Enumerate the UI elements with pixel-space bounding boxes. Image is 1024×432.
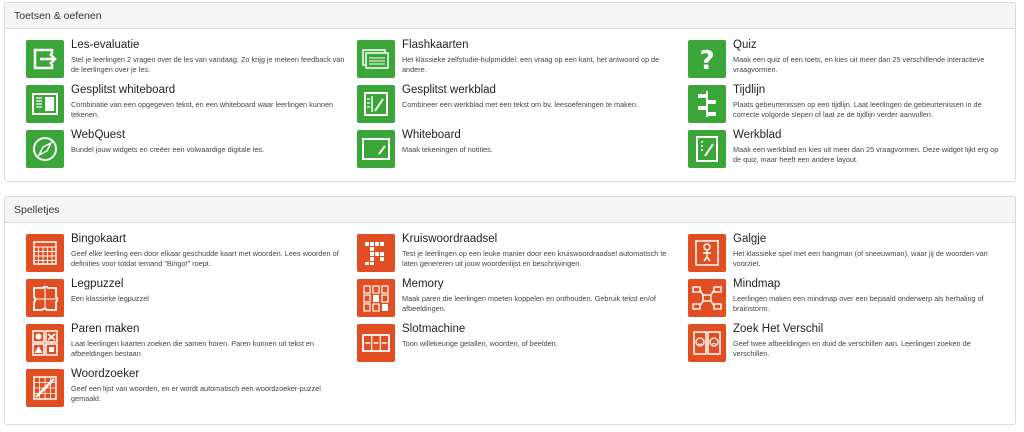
widget-description: Combinatie van een opgegeven tekst, en e… — [71, 100, 334, 119]
widget-title: Whiteboard — [402, 129, 461, 141]
widget-bingokaart[interactable]: Bingokaart Geef elke leerling een door e… — [26, 233, 346, 278]
widget-tijdlijn[interactable]: Tijdlijn Plaats gebeurtenissen op een ti… — [688, 84, 1008, 129]
widget-legpuzzel[interactable]: Legpuzzel Een klassieke legpuzzel — [26, 278, 346, 323]
widget-description: Het klassieke zelfstudie-hulpmiddel: een… — [402, 55, 660, 74]
widget-title: Mindmap — [733, 278, 781, 290]
widget-woordzoeker[interactable]: Woordzoeker Geef een lijst van woorden, … — [26, 368, 346, 413]
widget-description: Het klassieke spel met een hangman (of s… — [733, 249, 988, 268]
widget-description: Geef een lijst van woorden, en er wordt … — [71, 384, 321, 403]
widget-title: Woordzoeker — [71, 368, 140, 380]
widget-title: Kruiswoordraadsel — [402, 233, 498, 245]
timeline-icon — [688, 85, 726, 123]
widget-zoek-het-verschil[interactable]: Zoek Het Verschil Geef twee afbeeldingen… — [688, 323, 1008, 368]
slot-machine-icon — [357, 324, 395, 362]
widget-whiteboard[interactable]: Whiteboard Maak tekeningen of notities. — [357, 129, 677, 174]
widget-title: Flashkaarten — [402, 39, 469, 51]
widget-description: Geef twee afbeeldingen en duid de versch… — [733, 339, 971, 358]
widget-description: Maak paren die leerlingen moeten koppele… — [402, 294, 656, 313]
widget-title: Legpuzzel — [71, 278, 124, 290]
word-search-icon — [26, 369, 64, 407]
memory-icon — [357, 279, 395, 317]
widget-title: Tijdlijn — [733, 84, 766, 96]
widget-description: Geef elke leerling een door elkaar gesch… — [71, 249, 339, 268]
widget-title: Zoek Het Verschil — [733, 323, 824, 335]
widget-description: Test je leerlingen op een leuke manier d… — [402, 249, 667, 268]
widget-gesplitst-werkblad[interactable]: Gesplitst werkblad Combineer een werkbla… — [357, 84, 677, 129]
widget-description: Leerlingen maken een mindmap over een be… — [733, 294, 984, 313]
widget-description: Een klassieke legpuzzel — [71, 294, 149, 303]
puzzle-icon — [26, 279, 64, 317]
widget-quiz[interactable]: ? Quiz Maak een quiz of een toets, en ki… — [688, 39, 1008, 84]
widget-gesplitst-whiteboard[interactable]: Gesplitst whiteboard Combinatie van een … — [26, 84, 346, 129]
widget-galgje[interactable]: Galgje Het klassieke spel met een hangma… — [688, 233, 1008, 278]
spelletjes-panel: Spelletjes Bingokaart Geef elke leerling… — [4, 196, 1016, 425]
hangman-icon — [688, 234, 726, 272]
section-title: Spelletjes — [5, 197, 1015, 223]
widget-title: Slotmachine — [402, 323, 466, 335]
widget-description: Maak een werkblad en kies uit meer dan 2… — [733, 145, 999, 164]
widget-title: Galgje — [733, 233, 767, 245]
widget-title: Gesplitst werkblad — [402, 84, 496, 96]
widget-kruiswoordraadsel[interactable]: Kruiswoordraadsel Test je leerlingen op … — [357, 233, 677, 278]
widget-title: Quiz — [733, 39, 757, 51]
split-worksheet-icon — [357, 85, 395, 123]
widget-paren-maken[interactable]: Paren maken Laat leerlingen kaarten zoek… — [26, 323, 346, 368]
section-title: Toetsen & oefenen — [5, 3, 1015, 29]
widget-title: Memory — [402, 278, 444, 290]
widget-title: Les-evaluatie — [71, 39, 140, 51]
widget-title: Werkblad — [733, 129, 782, 141]
widget-description: Laat leerlingen kaarten zoeken die samen… — [71, 339, 314, 358]
flashcards-icon — [357, 40, 395, 78]
widget-memory[interactable]: Memory Maak paren die leerlingen moeten … — [357, 278, 677, 323]
widget-webquest[interactable]: WebQuest Bundel jouw widgets en creëer e… — [26, 129, 346, 174]
widget-description: Combineer een werkblad met een tekst om … — [402, 100, 638, 109]
svg-text:?: ? — [699, 46, 714, 76]
exit-icon — [26, 40, 64, 78]
widget-flashkaarten[interactable]: Flashkaarten Het klassieke zelfstudie-hu… — [357, 39, 677, 84]
widget-description: Toon willekeurige getallen, woorden, of … — [402, 339, 558, 348]
mindmap-icon — [688, 279, 726, 317]
spot-difference-icon — [688, 324, 726, 362]
question-icon: ? — [688, 40, 726, 78]
widget-werkblad[interactable]: Werkblad Maak een werkblad en kies uit m… — [688, 129, 1008, 174]
compass-icon — [26, 130, 64, 168]
widget-title: Bingokaart — [71, 233, 126, 245]
whiteboard-icon — [357, 130, 395, 168]
widget-description: Bundel jouw widgets en creëer een volwaa… — [71, 145, 265, 154]
widget-description: Stel je leerlingen 2 vragen over de les … — [71, 55, 345, 74]
worksheet-icon — [688, 130, 726, 168]
widget-description: Maak een quiz of een toets, en kies uit … — [733, 55, 985, 74]
widget-mindmap[interactable]: Mindmap Leerlingen maken een mindmap ove… — [688, 278, 1008, 323]
widget-les-evaluatie[interactable]: Les-evaluatie Stel je leerlingen 2 vrage… — [26, 39, 346, 84]
widget-description: Maak tekeningen of notities. — [402, 145, 493, 154]
widget-title: Gesplitst whiteboard — [71, 84, 176, 96]
widget-title: Paren maken — [71, 323, 140, 335]
split-whiteboard-icon — [26, 85, 64, 123]
bingo-card-icon — [26, 234, 64, 272]
toetsen-oefenen-panel: Toetsen & oefenen Les-evaluatie Stel je … — [4, 2, 1016, 182]
crossword-icon — [357, 234, 395, 272]
widget-slotmachine[interactable]: Slotmachine Toon willekeurige getallen, … — [357, 323, 677, 368]
widget-title: WebQuest — [71, 129, 126, 141]
pairs-icon — [26, 324, 64, 362]
widget-description: Plaats gebeurtenissen op een tijdlijn. L… — [733, 100, 982, 119]
